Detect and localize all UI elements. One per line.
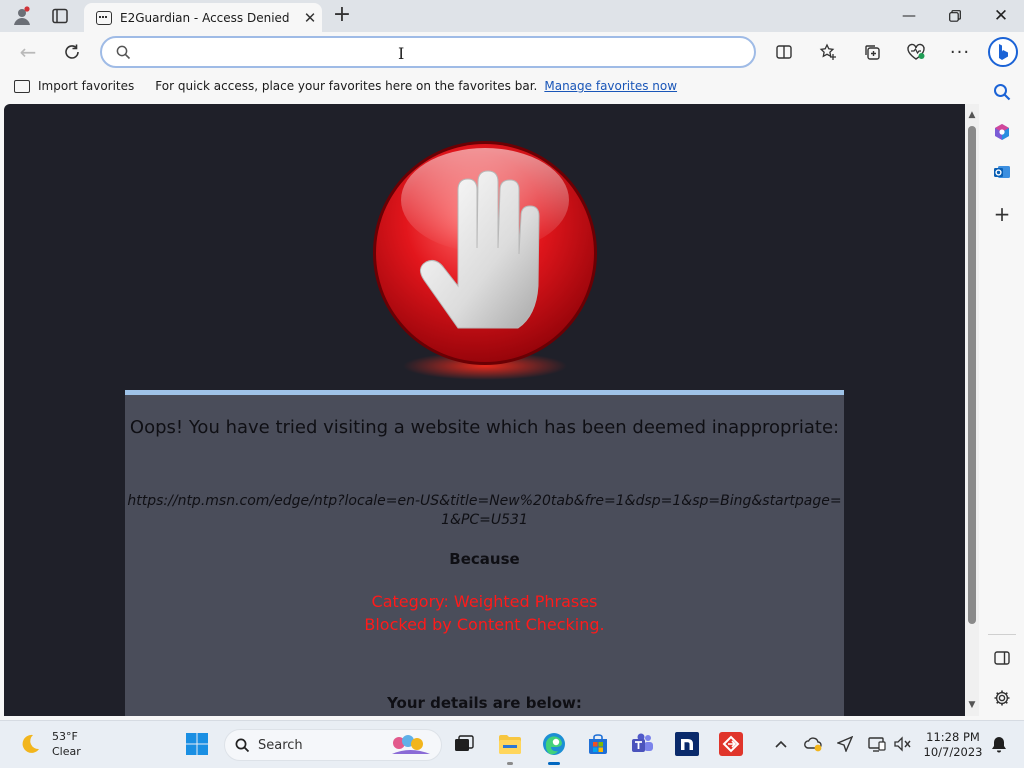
moon-weather-icon — [22, 734, 39, 753]
file-explorer-icon[interactable] — [495, 729, 525, 765]
volume-muted-icon[interactable] — [892, 733, 914, 755]
add-favorite-icon[interactable] — [812, 36, 844, 68]
weather-widget[interactable]: 53°F Clear — [18, 729, 81, 759]
tab-actions-icon[interactable] — [44, 4, 76, 28]
taskbar-search[interactable]: Search — [224, 729, 442, 761]
onedrive-icon[interactable] — [802, 733, 824, 755]
back-icon[interactable]: ← — [12, 36, 44, 68]
remote-app-icon[interactable] — [716, 729, 746, 759]
weather-condition: Clear — [52, 745, 81, 758]
windows-taskbar: 53°F Clear Search 11:28 PM 10/7/2023 — [0, 720, 1024, 768]
block-heading: Oops! You have tried visiting a website … — [129, 417, 840, 438]
sidebar-search-icon[interactable] — [988, 78, 1016, 106]
system-clock[interactable]: 11:28 PM 10/7/2023 — [920, 730, 986, 760]
n-app-icon[interactable] — [672, 729, 702, 759]
scroll-down-icon[interactable]: ▼ — [967, 700, 977, 710]
windows-start-icon[interactable] — [182, 729, 212, 759]
stop-hand-icon — [373, 141, 597, 380]
scroll-thumb[interactable] — [968, 126, 976, 624]
reason-detail: Blocked by Content Checking. — [364, 615, 605, 634]
search-highlight-icon — [392, 735, 430, 754]
address-input[interactable] — [140, 43, 740, 63]
tab-active[interactable]: E2Guardian - Access Denied ✕ — [84, 3, 322, 32]
page-content: Oops! You have tried visiting a website … — [4, 104, 965, 716]
block-reason: Category: Weighted Phrases Blocked by Co… — [125, 590, 844, 636]
location-icon[interactable] — [834, 733, 856, 755]
clock-time: 11:28 PM — [926, 730, 980, 744]
page-favicon — [96, 10, 112, 25]
chevron-up-icon[interactable] — [770, 733, 792, 755]
more-icon[interactable]: ··· — [944, 36, 976, 68]
title-bar: E2Guardian - Access Denied ✕ + — ✕ — [0, 0, 1024, 32]
taskbar-search-icon — [235, 738, 250, 752]
search-icon — [116, 45, 131, 60]
import-favorites-button[interactable]: Import favorites — [14, 79, 134, 93]
details-label: Your details are below: — [387, 694, 582, 712]
hide-sidebar-icon[interactable] — [988, 644, 1016, 672]
browser-essentials-icon[interactable] — [900, 36, 932, 68]
notification-icon[interactable] — [988, 733, 1010, 755]
restore-icon[interactable] — [932, 0, 978, 32]
import-favorites-label: Import favorites — [38, 79, 135, 93]
edge-icon[interactable] — [539, 729, 569, 765]
browser-toolbar: ← I ··· — [0, 32, 1024, 72]
outlook-icon[interactable] — [988, 158, 1016, 186]
address-bar[interactable]: I — [100, 36, 756, 68]
add-sidebar-app-icon[interactable]: + — [988, 200, 1016, 228]
manage-favorites-link[interactable]: Manage favorites now — [544, 79, 677, 93]
reason-category: Category: Weighted Phrases — [371, 592, 598, 611]
tab-title: E2Guardian - Access Denied — [120, 10, 290, 25]
import-icon — [14, 79, 30, 93]
page-scrollbar[interactable]: ▲ ▼ — [965, 104, 979, 716]
display-icon[interactable] — [866, 733, 888, 755]
profile-icon[interactable] — [6, 4, 38, 28]
sidebar-settings-icon[interactable] — [988, 684, 1016, 712]
window-close-icon[interactable]: ✕ — [978, 0, 1024, 32]
collections-icon[interactable] — [856, 36, 888, 68]
split-screen-icon[interactable] — [768, 36, 800, 68]
favorites-tip: For quick access, place your favorites h… — [155, 79, 538, 93]
scroll-up-icon[interactable]: ▲ — [967, 110, 977, 120]
favorites-bar: Import favorites For quick access, place… — [0, 72, 985, 100]
edge-sidebar: + — [980, 72, 1024, 716]
copilot-icon[interactable] — [986, 35, 1020, 69]
minimize-icon[interactable]: — — [886, 0, 932, 32]
store-icon[interactable] — [583, 729, 613, 759]
text-cursor-icon: I — [398, 44, 405, 63]
teams-icon[interactable] — [628, 729, 658, 759]
block-message-panel: Oops! You have tried visiting a website … — [125, 390, 844, 716]
tab-close-icon[interactable]: ✕ — [298, 9, 322, 27]
sidebar-separator — [988, 634, 1016, 635]
blocked-url: https://ntp.msn.com/edge/ntp?locale=en-U… — [127, 493, 842, 528]
refresh-icon[interactable] — [56, 36, 88, 68]
weather-temperature: 53°F — [52, 730, 78, 743]
taskbar-search-label: Search — [258, 737, 303, 753]
new-tab-icon[interactable]: + — [330, 3, 354, 29]
task-view-icon[interactable] — [449, 729, 479, 759]
clock-date: 10/7/2023 — [923, 745, 983, 759]
because-label: Because — [449, 550, 520, 568]
office-icon[interactable] — [988, 118, 1016, 146]
